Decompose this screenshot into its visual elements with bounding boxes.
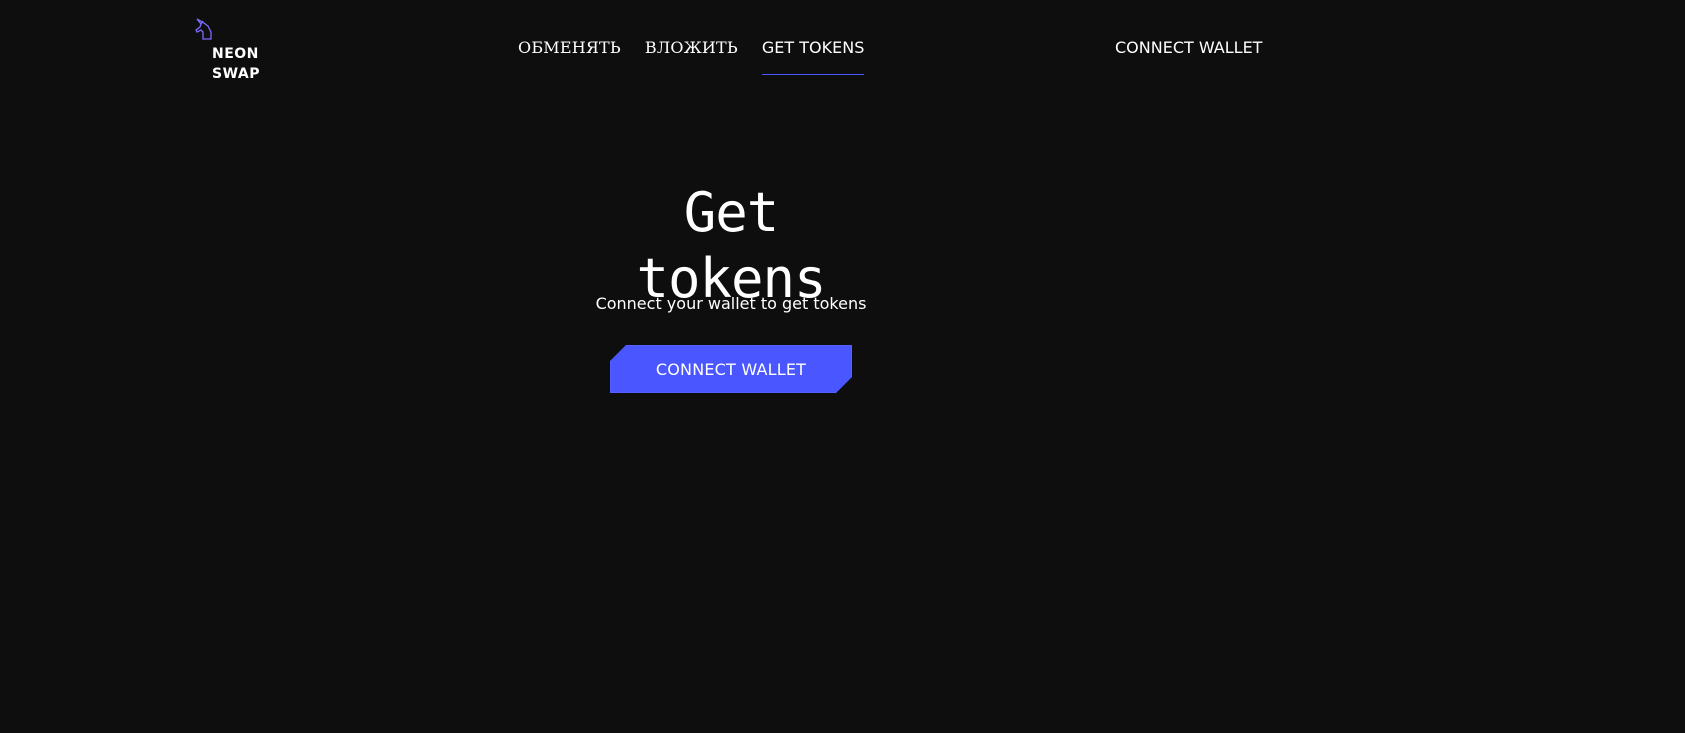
header-connect-wallet-button[interactable]: CONNECT WALLET (1115, 38, 1262, 58)
corner-decoration-bottom-right (836, 377, 852, 393)
nav-item-invest[interactable]: ВЛОЖИТЬ (645, 34, 738, 70)
nav-item-swap[interactable]: ОБМЕНЯТЬ (518, 34, 621, 70)
main-nav: ОБМЕНЯТЬ ВЛОЖИТЬ GET TOKENS (518, 34, 865, 75)
corner-decoration-top-left (610, 345, 626, 361)
brand-name-line2: SWAP (212, 66, 260, 82)
brand-name: NEON SWAP (212, 44, 260, 84)
logo[interactable]: NEON SWAP (194, 18, 264, 82)
brand-name-line1: NEON (212, 46, 259, 62)
unicorn-icon (195, 18, 212, 40)
nav-item-get-tokens[interactable]: GET TOKENS (761, 34, 865, 75)
connect-wallet-button[interactable]: CONNECT WALLET (610, 345, 852, 393)
page-subtitle: Connect your wallet to get tokens (595, 294, 867, 313)
page: NEON SWAP ОБМЕНЯТЬ ВЛОЖИТЬ GET TOKENS CO… (0, 0, 1685, 733)
connect-wallet-button-label: CONNECT WALLET (655, 359, 807, 379)
